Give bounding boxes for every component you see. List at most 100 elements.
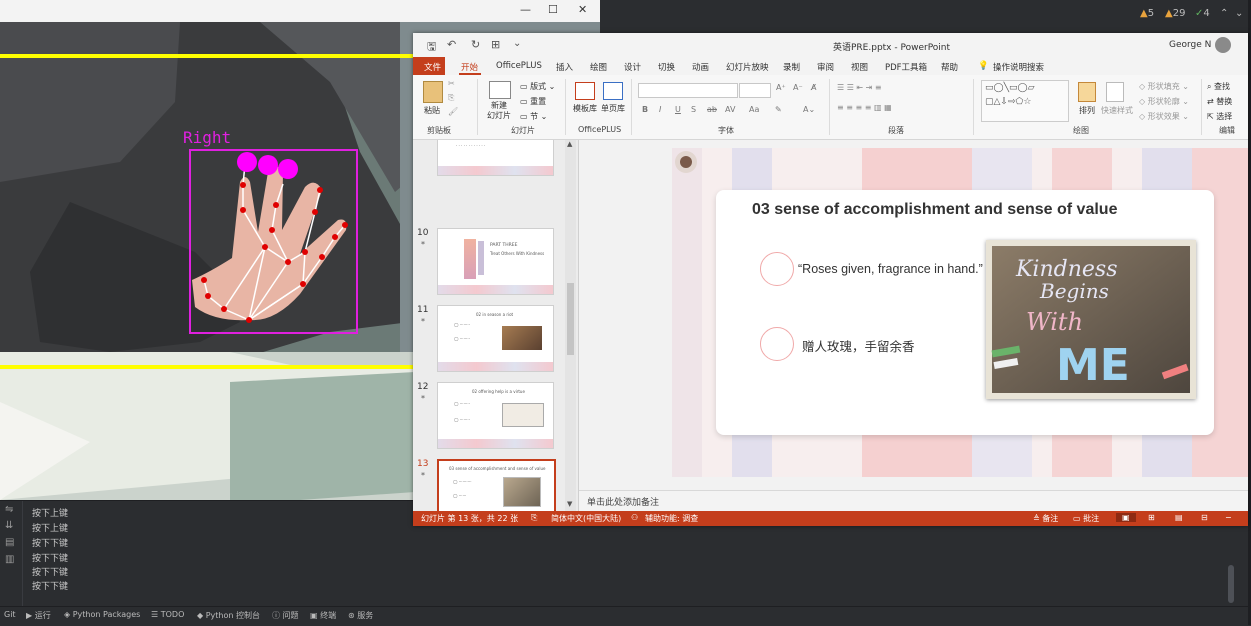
todo-tab[interactable]: ☰ TODO [151, 610, 184, 619]
thumbnail-scroll-thumb[interactable] [567, 283, 574, 355]
delete-icon[interactable]: ▥ [5, 555, 16, 565]
ok-badge[interactable]: ✓4 [1195, 8, 1210, 19]
slide-thumbnail[interactable]: · · · · · · · · · · · · · · · · · · · · … [437, 140, 554, 176]
select-button[interactable]: ⇱ 选择 [1207, 111, 1232, 122]
italic-icon[interactable]: I [659, 105, 661, 114]
quick-styles-button[interactable]: 快速样式 [1101, 105, 1133, 116]
tab-review[interactable]: 审阅 [817, 61, 834, 73]
bold-icon[interactable]: B [642, 105, 648, 114]
tab-file[interactable]: 文件 [413, 57, 445, 75]
lightbulb-icon[interactable]: 💡 [978, 61, 989, 71]
replace-button[interactable]: ⇄ 替换 [1207, 96, 1232, 107]
redo-icon[interactable]: ↻ [471, 38, 480, 51]
camera-titlebar[interactable]: — ☐ ✕ [0, 0, 600, 22]
shape-fill-button[interactable]: ◇ 形状填充 ⌄ [1139, 81, 1189, 92]
underline-icon[interactable]: U [675, 105, 681, 114]
user-name[interactable]: George N [1169, 40, 1211, 50]
align-icon[interactable]: ≡ ≡ ≡ ≡ ▥ ▦ [837, 103, 892, 112]
slide-sorter-icon[interactable]: ⊞ [1148, 513, 1155, 522]
tab-design[interactable]: 设计 [624, 61, 641, 73]
arrange-icon[interactable] [1078, 82, 1096, 102]
python-console-tab[interactable]: ◆ Python 控制台 [197, 610, 260, 621]
zoom-out-icon[interactable]: − [1225, 513, 1232, 522]
bullet-text-english[interactable]: “Roses given, fragrance in hand.” [798, 262, 983, 276]
shadow-icon[interactable]: S [691, 105, 696, 114]
tab-slideshow[interactable]: 幻灯片放映 [726, 61, 769, 73]
slide-thumbnail[interactable]: 02 offering help is a virtue ◯ ········ … [437, 382, 554, 449]
layout-button[interactable]: ▭ 版式 ⌄ [520, 81, 555, 92]
find-button[interactable]: ⌕ 查找 [1207, 81, 1230, 92]
print-icon[interactable]: ▤ [5, 538, 16, 548]
bullet-text-chinese[interactable]: 赠人玫瑰，手留余香 [802, 336, 915, 355]
paste-icon[interactable] [423, 81, 443, 103]
slide-thumbnail[interactable]: PART THREE Treat Others With Kindness [437, 228, 554, 295]
accessibility-icon[interactable]: ⚇ [631, 513, 638, 522]
new-slide-icon[interactable] [489, 81, 511, 99]
minimize-icon[interactable]: — [520, 3, 531, 16]
slide-thumbnail[interactable]: 02 in season a riot ◯ ········ ◯ ·······… [437, 305, 554, 372]
grow-font-icon[interactable]: A⁺ [776, 83, 786, 92]
start-slideshow-icon[interactable]: ⊞ [491, 38, 500, 51]
shape-outline-button[interactable]: ◇ 形状轮廓 ⌄ [1139, 96, 1189, 107]
comments-toggle[interactable]: ▭ 批注 [1073, 513, 1099, 524]
tab-record[interactable]: 录制 [783, 61, 800, 73]
undo-icon[interactable]: ↶ [447, 38, 456, 51]
slide-editor[interactable]: 03 sense of accomplishment and sense of … [579, 140, 1248, 490]
tab-transitions[interactable]: 切换 [658, 61, 675, 73]
notes-placeholder[interactable]: 单击此处添加备注 [587, 495, 659, 508]
slideshow-view-icon[interactable]: ⊟ [1201, 513, 1208, 522]
reset-button[interactable]: ▭ 重置 [520, 96, 546, 107]
avatar[interactable] [1215, 37, 1231, 53]
scroll-down-icon[interactable]: ▼ [567, 500, 572, 508]
change-case-icon[interactable]: Aa [749, 105, 759, 114]
tab-home[interactable]: 开始 [461, 61, 478, 73]
shrink-font-icon[interactable]: A⁻ [793, 83, 803, 92]
quick-styles-icon[interactable] [1106, 82, 1124, 102]
scroll-up-icon[interactable]: ▲ [567, 140, 572, 148]
tab-pdf-tools[interactable]: PDF工具箱 [885, 61, 927, 73]
shape-effects-button[interactable]: ◇ 形状效果 ⌄ [1139, 111, 1189, 122]
console-scrollbar[interactable] [1228, 565, 1234, 603]
font-name-field[interactable] [638, 83, 738, 98]
scroll-end-icon[interactable]: ⇊ [5, 521, 16, 531]
cut-icon[interactable]: ✂ [448, 79, 455, 88]
single-page-library-icon[interactable] [603, 82, 623, 100]
terminal-tab[interactable]: ▣ 终端 [310, 610, 336, 621]
notes-toggle[interactable]: ≜ 备注 [1033, 513, 1058, 524]
slide-title[interactable]: 03 sense of accomplishment and sense of … [752, 201, 1117, 219]
kindness-photo[interactable]: Kindness Begins With ME [986, 240, 1196, 399]
font-size-field[interactable] [739, 83, 771, 98]
git-tab[interactable]: Git [4, 610, 16, 619]
accessibility-status[interactable]: 辅助功能: 调查 [645, 513, 698, 524]
template-library-icon[interactable] [575, 82, 595, 100]
highlight-icon[interactable]: ✎ [775, 105, 782, 114]
save-icon[interactable]: 🖫 [427, 38, 436, 57]
char-spacing-icon[interactable]: AV [725, 105, 735, 114]
slide-thumbnail-selected[interactable]: 03 sense of accomplishment and sense of … [437, 459, 556, 511]
ppt-titlebar[interactable]: 🖫 ↶ ↻ ⊞ ⌄ 英语PRE.pptx - PowerPoint George… [413, 33, 1248, 57]
tab-animations[interactable]: 动画 [692, 61, 709, 73]
content-card[interactable]: 03 sense of accomplishment and sense of … [716, 190, 1214, 435]
arrange-button[interactable]: 排列 [1079, 105, 1095, 116]
tab-officeplus[interactable]: OfficePLUS [496, 61, 542, 71]
tell-me-search[interactable]: 操作说明搜索 [993, 61, 1044, 73]
clear-format-icon[interactable]: A̸ [811, 83, 816, 92]
normal-view-icon[interactable]: ▣ [1116, 513, 1136, 522]
close-icon[interactable]: ✕ [578, 3, 587, 16]
python-packages-tab[interactable]: ◈ Python Packages [64, 610, 140, 619]
weak-warning-badge[interactable]: ▲29 [1165, 8, 1185, 19]
maximize-icon[interactable]: ☐ [548, 3, 558, 16]
new-slide-button[interactable]: 新建 幻灯片 [487, 101, 511, 121]
chevron-up-icon[interactable]: ⌃ [1220, 8, 1228, 19]
customize-qat-icon[interactable]: ⌄ [513, 38, 521, 49]
slide-thumbnail-pane[interactable]: · · · · · · · · · · · · · · · · · · · · … [413, 140, 579, 511]
rerun-icon[interactable]: ⇋ [5, 505, 16, 515]
section-button[interactable]: ▭ 节 ⌄ [520, 111, 547, 122]
run-tab[interactable]: ▶ 运行 [26, 610, 51, 621]
language-status[interactable]: 简体中文(中国大陆) [551, 513, 621, 524]
warning-badge[interactable]: ▲5 [1140, 8, 1154, 19]
strikethrough-icon[interactable]: ab [707, 105, 717, 114]
template-library-button[interactable]: 模板库 [573, 103, 597, 114]
single-page-library-button[interactable]: 单页库 [601, 103, 625, 114]
tab-draw[interactable]: 绘图 [590, 61, 607, 73]
